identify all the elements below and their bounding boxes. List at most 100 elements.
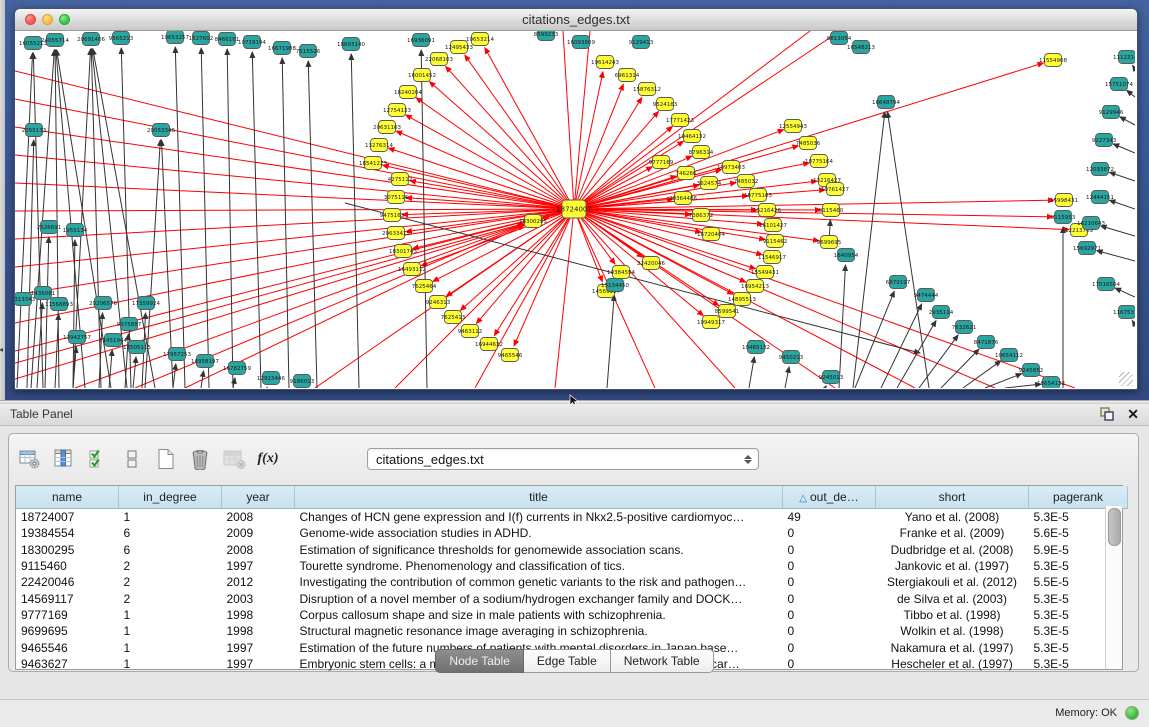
citation-edge[interactable] [27, 140, 34, 388]
show-column-button[interactable] [51, 446, 77, 472]
paper-node-yellow[interactable]: 16101427 [759, 219, 787, 232]
cell-out_de[interactable]: 0 [783, 558, 876, 574]
paper-node-teal[interactable]: 10465132 [742, 341, 770, 354]
citation-edge[interactable] [133, 357, 136, 388]
paper-node-yellow[interactable]: 9463112 [458, 325, 483, 338]
paper-node-teal[interactable]: 10654112 [995, 349, 1023, 362]
tab-node-table[interactable]: Node Table [435, 649, 524, 673]
cell-name[interactable]: 14569117 [16, 590, 119, 606]
citation-network-graph[interactable]: 1872400722068103160014521824020412754133… [15, 31, 1135, 388]
paper-node-teal[interactable]: 9245852 [1019, 364, 1044, 377]
citation-edge[interactable] [17, 53, 33, 388]
table-select-dropdown[interactable]: citations_edges.txt [367, 448, 759, 470]
paper-node-yellow[interactable]: 19614243 [591, 56, 619, 69]
cell-title[interactable]: Investigating the contribution of common… [295, 574, 783, 590]
citation-edge[interactable] [1127, 90, 1135, 97]
paper-node-teal[interactable]: 6879197 [886, 276, 911, 289]
cell-short[interactable]: Dudbridge et al. (2008) [876, 542, 1029, 558]
paper-node-teal[interactable]: 1955134 [63, 224, 88, 237]
citation-edge[interactable] [1097, 251, 1135, 261]
table-row[interactable]: 1830029562008Estimation of significance … [16, 542, 1128, 558]
paper-node-teal[interactable]: 16093809 [567, 36, 595, 49]
cell-title[interactable]: Tourette syndrome. Phenomenology and cla… [295, 558, 783, 574]
citation-edge[interactable] [1133, 65, 1135, 69]
network-frame-titlebar[interactable]: citations_edges.txt [15, 9, 1137, 31]
close-window-button[interactable] [25, 14, 36, 25]
citation-edge-red[interactable] [485, 48, 574, 209]
paper-node-yellow[interactable]: 16493112 [398, 263, 426, 276]
paper-node-teal[interactable]: 16548213 [847, 41, 875, 54]
cell-year[interactable]: 2003 [222, 590, 295, 606]
paper-node-teal[interactable]: 2055133 [22, 124, 47, 137]
paper-node-yellow[interactable]: 18240204 [394, 86, 422, 99]
citation-edge[interactable] [175, 47, 185, 388]
memory-status-indicator[interactable] [1125, 706, 1139, 720]
paper-node-yellow[interactable]: 15549431 [751, 266, 779, 279]
function-builder-button[interactable]: f(x) [255, 446, 281, 472]
citation-edge[interactable] [749, 357, 754, 388]
paper-node-yellow[interactable]: 746266 [676, 167, 697, 180]
paper-node-yellow[interactable]: 9246313 [426, 296, 451, 309]
citation-edge[interactable] [1101, 226, 1135, 236]
table-panel-titlebar[interactable]: Table Panel ✕ [0, 404, 1149, 426]
cell-short[interactable]: Stergiakouli et al. (2012) [876, 574, 1029, 590]
paper-node-yellow[interactable]: 9777169 [649, 156, 674, 169]
column-header-year[interactable]: year [222, 486, 295, 509]
cell-year[interactable]: 2009 [222, 525, 295, 541]
cell-short[interactable]: Franke et al. (2009) [876, 525, 1029, 541]
cell-in_degree[interactable]: 6 [119, 542, 222, 558]
column-header-out_de[interactable]: △out_de… [783, 486, 876, 509]
cell-title[interactable]: Changes of HCN gene expression and I(f) … [295, 509, 783, 526]
cell-out_de[interactable]: 49 [783, 509, 876, 526]
citation-edge[interactable] [1109, 172, 1135, 181]
paper-node-teal[interactable]: 9474444 [914, 289, 939, 302]
cell-year[interactable]: 2008 [222, 509, 295, 526]
paper-node-yellow[interactable]: 17771423 [666, 114, 694, 127]
paper-node-teal[interactable]: 15751074 [1105, 78, 1133, 91]
citation-edge[interactable] [1132, 321, 1135, 325]
citation-edge-red[interactable] [15, 209, 574, 267]
citation-edge[interactable] [985, 374, 1022, 388]
citation-edge[interactable] [421, 50, 427, 388]
table-scrollbar-thumb[interactable] [1108, 508, 1121, 546]
paper-node-yellow[interactable]: 13276314 [365, 139, 393, 152]
citation-edge-red[interactable] [563, 31, 574, 209]
paper-node-yellow[interactable]: 9524163 [653, 98, 678, 111]
cell-in_degree[interactable]: 2 [119, 590, 222, 606]
paper-node-yellow[interactable]: 10973403 [717, 161, 745, 174]
paper-node-teal[interactable]: 10719194 [238, 36, 266, 49]
paper-node-teal[interactable]: 1527602 [189, 32, 214, 45]
citation-edge[interactable] [853, 112, 885, 388]
citation-edge[interactable] [825, 386, 826, 388]
cell-in_degree[interactable]: 1 [119, 509, 222, 526]
paper-node-teal[interactable]: 1435081 [31, 287, 56, 300]
cell-out_de[interactable]: 0 [783, 542, 876, 558]
citation-edge[interactable] [345, 203, 920, 353]
paper-node-yellow[interactable]: 12754133 [383, 104, 411, 117]
cell-name[interactable]: 18724007 [16, 509, 119, 526]
cell-title[interactable]: Disruption of a novel member of a sodium… [295, 590, 783, 606]
cell-out_de[interactable]: 0 [783, 623, 876, 639]
paper-node-yellow[interactable]: 18775164 [805, 155, 833, 168]
citation-edge[interactable] [45, 237, 49, 388]
cell-year[interactable]: 1997 [222, 558, 295, 574]
cell-name[interactable]: 9115460 [16, 558, 119, 574]
citation-edge-red[interactable] [15, 127, 574, 209]
citation-edge[interactable] [607, 295, 614, 388]
paper-node-teal[interactable]: 8471876 [974, 336, 999, 349]
paper-node-yellow[interactable]: 9465546 [498, 349, 523, 362]
paper-node-teal[interactable]: 10653257 [161, 31, 189, 44]
paper-node-yellow[interactable]: 15998431 [1050, 194, 1078, 207]
cell-title[interactable]: Corpus callosum shape and size in male p… [295, 607, 783, 623]
close-panel-icon[interactable]: ✕ [1127, 406, 1139, 422]
select-all-button[interactable] [85, 446, 111, 472]
table-row[interactable]: 969969511998Structural magnetic resonanc… [16, 623, 1128, 639]
cell-short[interactable]: Tibbo et al. (1998) [876, 607, 1029, 623]
paper-node-teal[interactable]: 9186013 [290, 375, 315, 388]
column-header-name[interactable]: name [16, 486, 119, 509]
table-scrollbar[interactable] [1105, 506, 1122, 669]
paper-node-yellow[interactable]: 19384554 [607, 266, 635, 279]
citation-edge-red[interactable] [15, 183, 574, 209]
column-header-in_degree[interactable]: in_degree [119, 486, 222, 509]
paper-node-yellow[interactable]: 8796314 [689, 146, 714, 159]
